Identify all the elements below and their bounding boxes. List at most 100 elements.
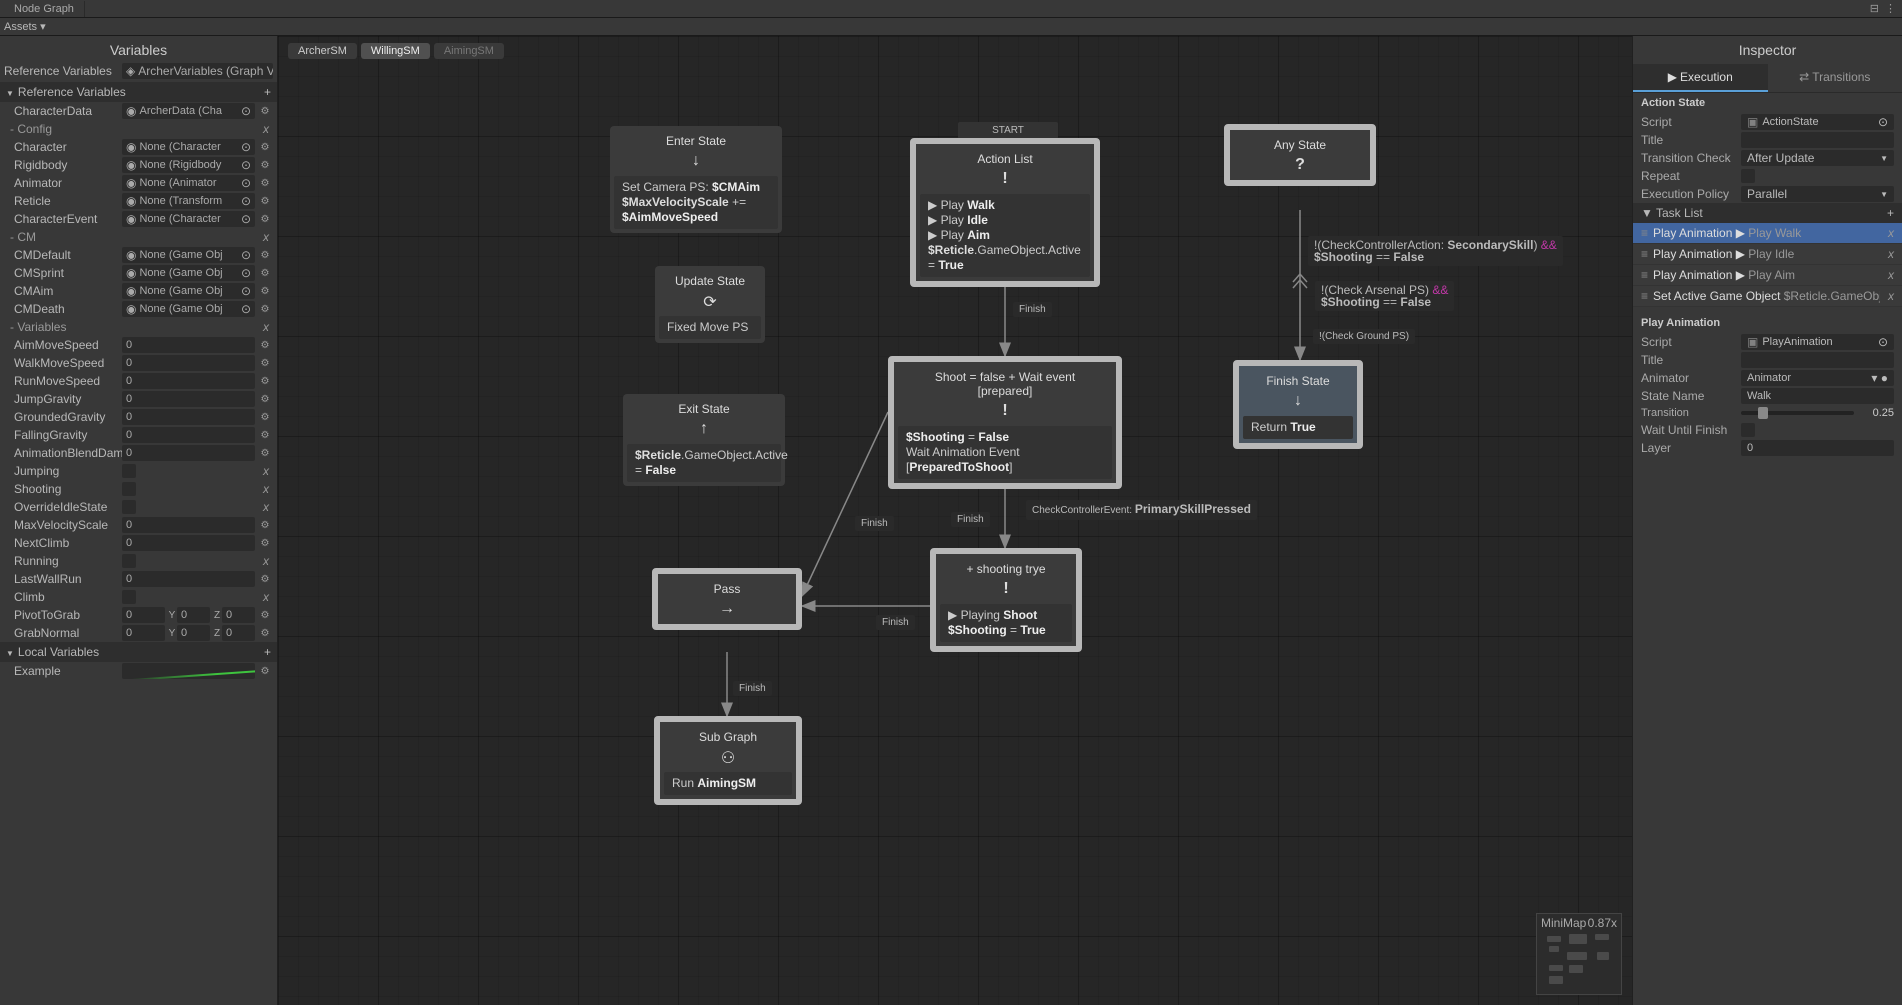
gear-icon[interactable]: ⚙ (257, 625, 273, 641)
slider[interactable] (1741, 411, 1854, 415)
text-field[interactable]: 0 (1741, 440, 1894, 456)
drag-handle-icon[interactable]: ≡ (1641, 289, 1647, 303)
reference-variables-field[interactable]: ◈ArcherVariables (Graph Variable⊙ (122, 63, 273, 79)
gear-icon[interactable]: ⚙ (257, 427, 273, 443)
task-list-header[interactable]: ▼ Task List+ (1633, 203, 1902, 223)
remove-icon[interactable]: x (259, 500, 273, 514)
number-field[interactable]: 0 (122, 571, 255, 587)
gear-icon[interactable]: ⚙ (257, 103, 273, 119)
breadcrumb-bar[interactable]: Assets ▾ (0, 18, 1902, 36)
gear-icon[interactable]: ⚙ (257, 355, 273, 371)
drag-handle-icon[interactable]: ≡ (1641, 268, 1647, 282)
gear-icon[interactable]: ⚙ (257, 247, 273, 263)
number-field[interactable]: 0 (122, 445, 255, 461)
remove-icon[interactable]: x (259, 320, 273, 334)
checkbox[interactable] (122, 554, 136, 568)
gear-icon[interactable]: ⚙ (257, 175, 273, 191)
tab-transitions[interactable]: ⇄ Transitions (1768, 64, 1902, 92)
dock-icon[interactable]: ⊟ (1870, 2, 1879, 15)
number-field[interactable]: 0 (122, 373, 255, 389)
reference-variables-section[interactable]: ▼Reference Variables + (0, 82, 277, 102)
context-menu-icon[interactable]: ⋮ (1885, 2, 1896, 15)
object-field[interactable]: ▣ActionState⊙ (1741, 114, 1894, 130)
object-field[interactable]: ◉ArcherData (Cha⊙ (122, 103, 255, 119)
text-field[interactable]: Walk (1741, 388, 1894, 404)
local-variables-section[interactable]: ▼Local Variables + (0, 642, 277, 662)
node-action-list[interactable]: Action List ! ▶ Play Walk▶ Play Idle▶ Pl… (910, 138, 1100, 287)
drag-handle-icon[interactable]: ≡ (1641, 247, 1647, 261)
object-field[interactable]: ◉None (Character⊙ (122, 139, 255, 155)
remove-icon[interactable]: x (259, 230, 273, 244)
node-finish-state[interactable]: Finish State ↓ Return True (1233, 360, 1363, 449)
node-shoot-false[interactable]: Shoot = false + Wait event [prepared] ! … (888, 356, 1122, 489)
node-shooting-trye[interactable]: + shooting trye ! ▶ Playing Shoot$Shooti… (930, 548, 1082, 652)
gear-icon[interactable]: ⚙ (257, 409, 273, 425)
object-field[interactable]: ▣PlayAnimation⊙ (1741, 334, 1894, 350)
task-item[interactable]: ≡Play Animation ▶ Play Aimx (1633, 265, 1902, 286)
gear-icon[interactable]: ⚙ (257, 373, 273, 389)
checkbox[interactable] (122, 464, 136, 478)
gear-icon[interactable]: ⚙ (257, 193, 273, 209)
object-field[interactable]: ◉None (Game Obj⊙ (122, 247, 255, 263)
node-exit-state[interactable]: Exit State ↑ $Reticle.GameObject.Active … (623, 394, 785, 486)
object-field[interactable]: ◉None (Game Obj⊙ (122, 283, 255, 299)
object-field[interactable]: ◉None (Game Obj⊙ (122, 265, 255, 281)
gear-icon[interactable]: ⚙ (257, 139, 273, 155)
graph-tab[interactable]: AimingSM (434, 43, 504, 59)
node-any-state[interactable]: Any State ? (1224, 124, 1376, 186)
gear-icon[interactable]: ⚙ (257, 337, 273, 353)
object-field[interactable]: ◉None (Character⊙ (122, 211, 255, 227)
remove-icon[interactable]: x (259, 464, 273, 478)
variable-group[interactable]: - Variablesx (0, 318, 277, 336)
checkbox[interactable] (1741, 423, 1755, 437)
number-field[interactable]: 0 (122, 409, 255, 425)
field[interactable] (1741, 352, 1894, 368)
remove-icon[interactable]: x (259, 122, 273, 136)
gear-icon[interactable]: ⚙ (257, 301, 273, 317)
remove-icon[interactable]: x (1880, 268, 1894, 282)
node-sub-graph[interactable]: Sub Graph ⚇ Run AimingSM (654, 716, 802, 805)
checkbox[interactable] (122, 500, 136, 514)
number-field[interactable]: 0 (122, 427, 255, 443)
object-field[interactable]: ◉None (Transform⊙ (122, 193, 255, 209)
checkbox[interactable] (122, 590, 136, 604)
gear-icon[interactable]: ⚙ (257, 157, 273, 173)
node-update-state[interactable]: Update State ⟳ Fixed Move PS (655, 266, 765, 343)
task-item[interactable]: ≡Play Animation ▶ Play Idlex (1633, 244, 1902, 265)
object-field[interactable]: ◉None (Game Obj⊙ (122, 301, 255, 317)
checkbox[interactable] (122, 482, 136, 496)
curve-field[interactable] (122, 663, 255, 679)
graph-tab[interactable]: ArcherSM (288, 43, 357, 59)
gear-icon[interactable]: ⚙ (257, 211, 273, 227)
node-pass[interactable]: Pass → (652, 568, 802, 630)
number-field[interactable]: 0 (122, 517, 255, 533)
drag-handle-icon[interactable]: ≡ (1641, 226, 1647, 240)
graph-tab[interactable]: WillingSM (361, 43, 430, 59)
remove-icon[interactable]: x (1880, 289, 1894, 303)
gear-icon[interactable]: ⚙ (257, 517, 273, 533)
object-field[interactable]: ◉None (Animator⊙ (122, 175, 255, 191)
gear-icon[interactable]: ⚙ (257, 535, 273, 551)
graph-canvas[interactable]: ArcherSMWillingSMAimingSM START (278, 36, 1632, 1005)
object-field[interactable]: ◉None (Rigidbody⊙ (122, 157, 255, 173)
gear-icon[interactable]: ⚙ (257, 445, 273, 461)
task-item[interactable]: ≡Play Animation ▶ Play Walkx (1633, 223, 1902, 244)
number-field[interactable]: 0 (122, 535, 255, 551)
tab-execution[interactable]: ▶ Execution (1633, 64, 1768, 92)
gear-icon[interactable]: ⚙ (257, 391, 273, 407)
gear-icon[interactable]: ⚙ (257, 265, 273, 281)
field[interactable] (1741, 132, 1894, 148)
remove-icon[interactable]: x (259, 554, 273, 568)
task-item[interactable]: ≡Set Active Game Object $Reticle.GameObj… (1633, 286, 1902, 307)
gear-icon[interactable]: ⚙ (257, 571, 273, 587)
variable-group[interactable]: - Configx (0, 120, 277, 138)
remove-icon[interactable]: x (1880, 247, 1894, 261)
remove-icon[interactable]: x (259, 482, 273, 496)
variable-group[interactable]: - CMx (0, 228, 277, 246)
window-tab-nodegraph[interactable]: Node Graph (4, 1, 85, 17)
minimap[interactable]: MiniMap0.87x (1536, 913, 1622, 995)
node-enter-state[interactable]: Enter State ↓ Set Camera PS: $CMAim$MaxV… (610, 126, 782, 233)
gear-icon[interactable]: ⚙ (257, 283, 273, 299)
gear-icon[interactable]: ⚙ (257, 663, 273, 679)
number-field[interactable]: 0 (122, 355, 255, 371)
